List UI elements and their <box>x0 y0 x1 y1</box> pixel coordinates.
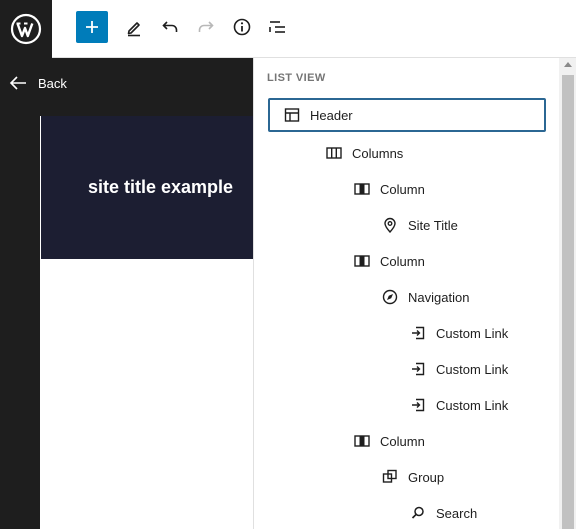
list-item-column[interactable]: Column <box>268 424 546 458</box>
list-item-navigation[interactable]: Navigation <box>268 280 546 314</box>
scroll-up-icon[interactable] <box>564 62 572 67</box>
list-view-icon <box>269 21 285 33</box>
list-item-label: Custom Link <box>436 325 509 341</box>
wordpress-logo-button[interactable] <box>0 0 52 58</box>
map-marker-icon <box>380 215 400 235</box>
top-toolbar <box>0 0 576 58</box>
list-item-label: Columns <box>352 145 404 161</box>
pencil-icon <box>127 22 140 37</box>
list-view-button[interactable] <box>262 11 294 43</box>
list-item-column[interactable]: Column <box>268 244 546 278</box>
group-icon <box>380 467 400 487</box>
back-button[interactable]: Back <box>0 58 253 108</box>
list-item-custom-link[interactable]: Custom Link <box>268 352 546 386</box>
list-view-panel: List View Header Columns Column <box>253 58 576 529</box>
redo-button[interactable] <box>190 11 222 43</box>
header-icon <box>282 105 302 125</box>
undo-button[interactable] <box>154 11 186 43</box>
list-item-site-title[interactable]: Site Title <box>268 208 546 242</box>
list-item-label: Column <box>380 433 425 449</box>
list-item-label: Column <box>380 253 425 269</box>
canvas-top-gap <box>40 108 253 116</box>
add-block-button[interactable] <box>76 11 108 43</box>
list-item-custom-link[interactable]: Custom Link <box>268 388 546 422</box>
plus-icon <box>86 21 98 33</box>
info-icon <box>233 18 251 36</box>
list-item-group[interactable]: Group <box>268 460 546 494</box>
arrow-left-icon <box>9 76 26 90</box>
list-item-label: Search <box>436 505 478 521</box>
editor-sidebar-strip <box>0 58 40 529</box>
list-item-search[interactable]: Search <box>268 496 546 529</box>
details-button[interactable] <box>226 11 258 43</box>
scrollbar-thumb[interactable] <box>562 75 574 529</box>
list-item-label: Site Title <box>408 217 458 233</box>
site-title-preview[interactable]: site title example <box>88 177 233 198</box>
header-block-preview[interactable]: site title example <box>41 116 253 259</box>
custom-link-icon <box>408 395 428 415</box>
list-item-columns[interactable]: Columns <box>268 136 546 170</box>
list-item-label: Navigation <box>408 289 470 305</box>
list-item-column[interactable]: Column <box>268 172 546 206</box>
list-item-header[interactable]: Header <box>268 98 546 132</box>
column-icon <box>352 431 372 451</box>
undo-icon <box>162 21 178 32</box>
tools-button[interactable] <box>118 11 150 43</box>
column-icon <box>352 251 372 271</box>
list-view-scrollbar[interactable] <box>559 58 576 529</box>
wordpress-logo-icon <box>10 13 42 45</box>
custom-link-icon <box>408 323 428 343</box>
redo-icon <box>198 21 214 32</box>
list-item-label: Custom Link <box>436 397 509 413</box>
navigation-icon <box>380 287 400 307</box>
search-icon <box>408 503 428 523</box>
list-view-title: List View <box>267 72 326 84</box>
list-item-custom-link[interactable]: Custom Link <box>268 316 546 350</box>
columns-icon <box>324 143 344 163</box>
custom-link-icon <box>408 359 428 379</box>
list-item-label: Group <box>408 469 445 485</box>
list-item-label: Custom Link <box>436 361 509 377</box>
column-icon <box>352 179 372 199</box>
list-item-label: Header <box>310 107 353 123</box>
back-label: Back <box>38 75 67 91</box>
list-item-label: Column <box>380 181 425 197</box>
